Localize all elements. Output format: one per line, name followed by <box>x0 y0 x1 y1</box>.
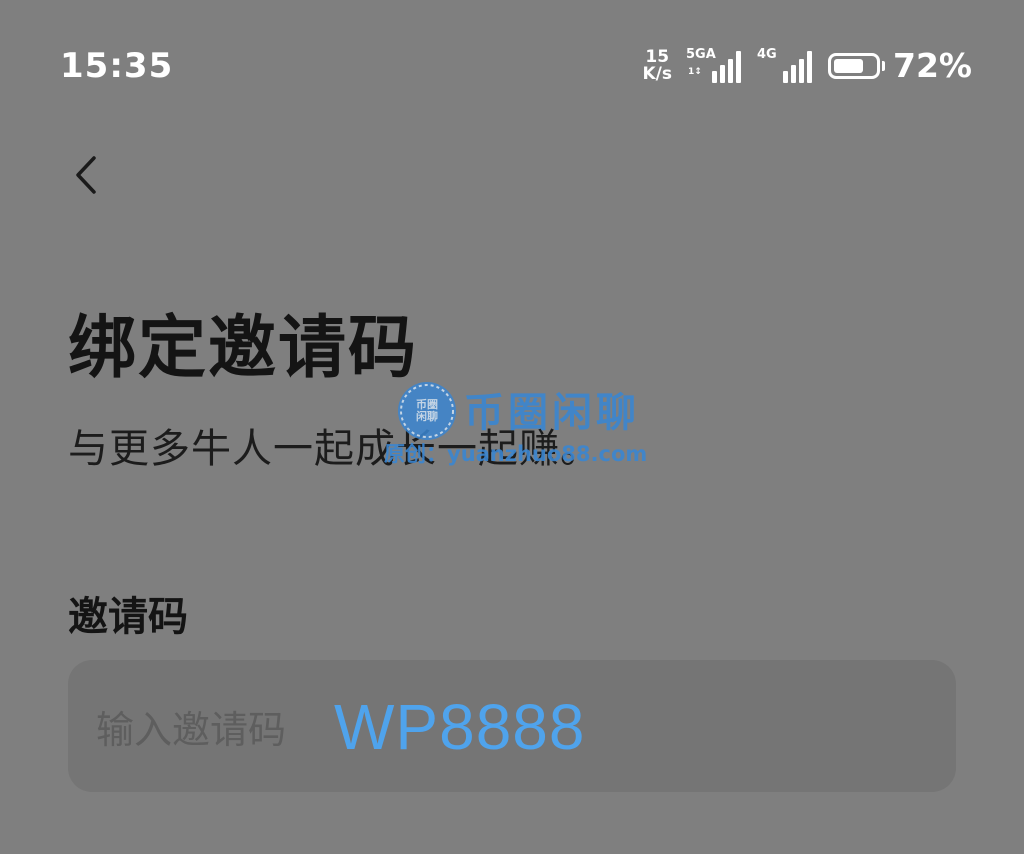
battery-icon <box>828 52 885 79</box>
invite-code-placeholder: 输入邀请码 <box>96 707 287 752</box>
watermark: 币圈 闲聊 币圈闲聊 原创：yuanzhuo88.com <box>384 380 658 470</box>
sim1-activity: 1↕ <box>688 66 702 77</box>
battery-fill <box>834 58 863 73</box>
sim1-label: 5GA <box>686 46 716 62</box>
invite-code-label: 邀请码 <box>68 594 188 640</box>
status-bar: 15:35 15 K/s 5GA 1↕ 4G 72% <box>0 0 1024 140</box>
signal-5ga-icon: 5GA 1↕ <box>686 46 741 83</box>
chevron-left-icon <box>76 156 96 194</box>
network-speed-icon: 15 K/s <box>642 46 672 84</box>
status-icons: 15 K/s 5GA 1↕ 4G 72% <box>642 46 972 85</box>
sim2-label: 4G <box>757 46 777 62</box>
watermark-logo-text: 币圈 闲聊 <box>416 398 438 423</box>
watermark-title: 币圈闲聊 <box>464 389 640 436</box>
watermark-logo: 币圈 闲聊 <box>398 382 456 440</box>
watermark-url: 原创：yuanzhuo88.com <box>384 442 648 466</box>
battery-percent: 72% <box>893 46 972 85</box>
net-speed-unit: K/s <box>642 63 672 84</box>
invite-code-overlay: WP8888 <box>334 691 586 763</box>
net-speed-value: 15 <box>645 46 670 67</box>
signal-4g-icon: 4G <box>757 46 812 83</box>
status-time: 15:35 <box>60 46 174 86</box>
page-title: 绑定邀请码 <box>68 309 419 388</box>
back-button[interactable] <box>68 150 112 200</box>
